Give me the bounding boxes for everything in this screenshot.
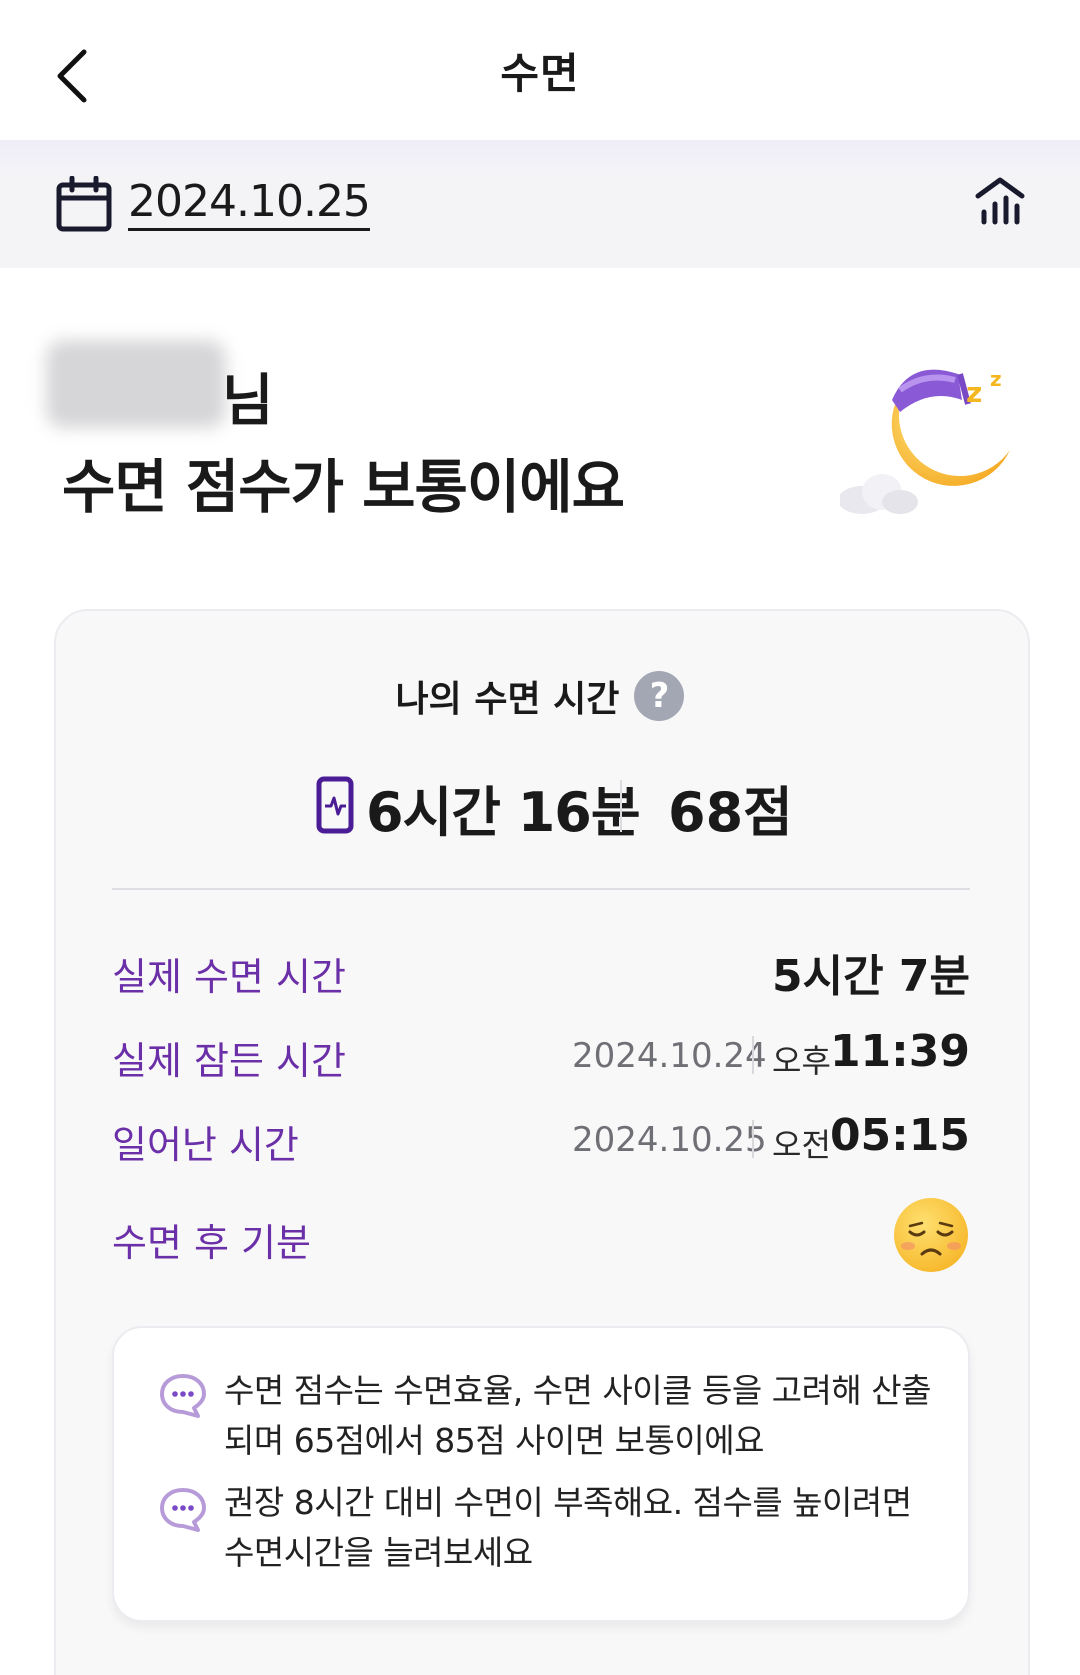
app-header: 수면	[0, 0, 1080, 140]
tip-text: 권장 8시간 대비 수면이 부족해요. 점수를 높이려면 수면시간을 늘려보세요	[224, 1483, 912, 1572]
card-divider	[112, 888, 970, 890]
fell-asleep-date: 2024.10.24	[572, 1036, 767, 1076]
svg-text:z: z	[966, 376, 982, 409]
sleep-score-headline: 수면 점수가 보통이에요	[62, 453, 625, 521]
woke-up-ampm: 오전	[772, 1126, 831, 1164]
sleep-score: 68점	[668, 781, 793, 844]
tip-text: 수면 점수는 수면효율, 수면 사이클 등을 고려해 산출되며 65점에서 85…	[224, 1371, 931, 1460]
calendar-icon[interactable]	[56, 176, 112, 232]
fell-asleep-label: 실제 잠든 시간	[112, 1039, 346, 1083]
chat-bubble-icon	[160, 1374, 206, 1418]
row-separator	[752, 1036, 754, 1074]
actual-sleep-value: 5시간 7분	[772, 951, 970, 1002]
woke-up-date: 2024.10.25	[572, 1120, 767, 1160]
chat-bubble-icon	[160, 1488, 206, 1532]
fell-asleep-ampm: 오후	[772, 1042, 831, 1080]
date-selector[interactable]: 2024.10.25	[128, 176, 371, 231]
total-sleep-duration: 6시간 16분	[366, 781, 641, 844]
sleeping-moon-icon: z z	[840, 367, 1010, 514]
user-name-redacted	[46, 340, 226, 428]
row-separator	[752, 1120, 754, 1158]
mood-label: 수면 후 기분	[112, 1221, 311, 1265]
tired-face-icon	[894, 1198, 968, 1272]
woke-up-label: 일어난 시간	[112, 1123, 299, 1167]
woke-up-time: 05:15	[829, 1110, 970, 1161]
actual-sleep-label: 실제 수면 시간	[112, 955, 346, 999]
help-icon[interactable]: ?	[634, 671, 685, 721]
user-honorific: 님	[222, 369, 274, 434]
card-title-row: 나의 수면 시간 ?	[0, 670, 1080, 722]
device-icon	[316, 776, 354, 834]
summary-divider	[620, 780, 622, 832]
svg-text:z: z	[990, 367, 1002, 391]
page-title: 수면	[500, 49, 580, 98]
fell-asleep-time: 11:39	[829, 1026, 970, 1077]
card-title: 나의 수면 시간	[395, 679, 620, 720]
stats-chart-icon[interactable]	[972, 172, 1028, 228]
